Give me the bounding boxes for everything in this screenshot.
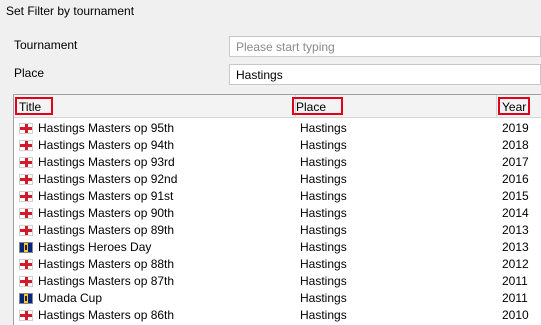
table-row[interactable]: Hastings Masters op 93rd Hastings 2017 [14,154,541,171]
cell-year: 2017 [502,155,529,169]
table-row[interactable]: Hastings Masters op 89th Hastings 2013 [14,222,541,239]
cell-title: Hastings Masters op 91st [38,189,174,203]
cell-place: Hastings [300,257,347,271]
cell-title: Umada Cup [38,291,103,305]
cell-place: Hastings [300,291,347,305]
cell-place: Hastings [300,206,347,220]
england-flag-icon [19,140,33,151]
dialog-title: Set Filter by tournament [6,4,135,18]
table-row[interactable]: Hastings Masters op 87th Hastings 2011 [14,273,541,290]
cell-title: Hastings Masters op 93rd [38,155,175,169]
cell-year: 2016 [502,172,529,186]
cell-place: Hastings [300,189,347,203]
england-flag-icon [19,174,33,185]
cell-year: 2015 [502,189,529,203]
cell-year: 2012 [502,257,529,271]
cell-place: Hastings [300,308,347,322]
place-label: Place [14,66,45,80]
table-row[interactable]: Hastings Masters op 92nd Hastings 2016 [14,171,541,188]
tournament-grid[interactable]: Title Place Year Hastings Masters op 95t… [13,94,541,325]
cell-title: Hastings Masters op 95th [38,121,175,135]
cell-year: 2019 [502,121,529,135]
column-divider[interactable] [496,95,497,117]
barbados-flag-icon [19,293,33,304]
tournament-label: Tournament [14,38,78,52]
england-flag-icon [19,208,33,219]
england-flag-icon [19,225,33,236]
table-row[interactable]: Hastings Masters op 88th Hastings 2012 [14,256,541,273]
table-row[interactable]: Hastings Masters op 91st Hastings 2015 [14,188,541,205]
cell-year: 2013 [502,240,529,254]
england-flag-icon [19,123,33,134]
cell-place: Hastings [300,121,347,135]
cell-place: Hastings [300,138,347,152]
england-flag-icon [19,276,33,287]
cell-title: Hastings Masters op 88th [38,257,175,271]
cell-title: Hastings Masters op 94th [38,138,175,152]
cell-year: 2011 [502,291,528,305]
cell-place: Hastings [300,274,347,288]
cell-year: 2011 [502,274,528,288]
cell-title: Hastings Masters op 89th [38,223,175,237]
grid-header: Title Place Year [14,95,541,118]
england-flag-icon [19,259,33,270]
place-input[interactable] [229,64,541,85]
cell-title: Hastings Masters op 87th [38,274,175,288]
table-row[interactable]: Hastings Masters op 86th Hastings 2010 [14,307,541,324]
cell-title: Hastings Heroes Day [38,240,152,254]
table-row[interactable]: Hastings Masters op 90th Hastings 2014 [14,205,541,222]
cell-title: Hastings Masters op 90th [38,206,175,220]
table-row[interactable]: Hastings Masters op 95th Hastings 2019 [14,120,541,137]
england-flag-icon [19,191,33,202]
cell-place: Hastings [300,155,347,169]
barbados-flag-icon [19,242,33,253]
cell-year: 2010 [502,308,529,322]
table-row[interactable]: Umada Cup Hastings 2011 [14,290,541,307]
column-header-place[interactable]: Place [292,97,343,115]
cell-title: Hastings Masters op 86th [38,308,175,322]
table-row[interactable]: Hastings Heroes Day Hastings 2013 [14,239,541,256]
column-header-year[interactable]: Year [498,97,530,115]
england-flag-icon [19,157,33,168]
cell-place: Hastings [300,223,347,237]
cell-title: Hastings Masters op 92nd [38,172,178,186]
cell-place: Hastings [300,240,347,254]
table-row[interactable]: Hastings Masters op 94th Hastings 2018 [14,137,541,154]
column-header-title[interactable]: Title [15,97,53,115]
cell-year: 2018 [502,138,529,152]
tournament-search-input[interactable] [229,36,541,57]
cell-place: Hastings [300,172,347,186]
cell-year: 2014 [502,206,529,220]
cell-year: 2013 [502,223,529,237]
england-flag-icon [19,310,33,321]
